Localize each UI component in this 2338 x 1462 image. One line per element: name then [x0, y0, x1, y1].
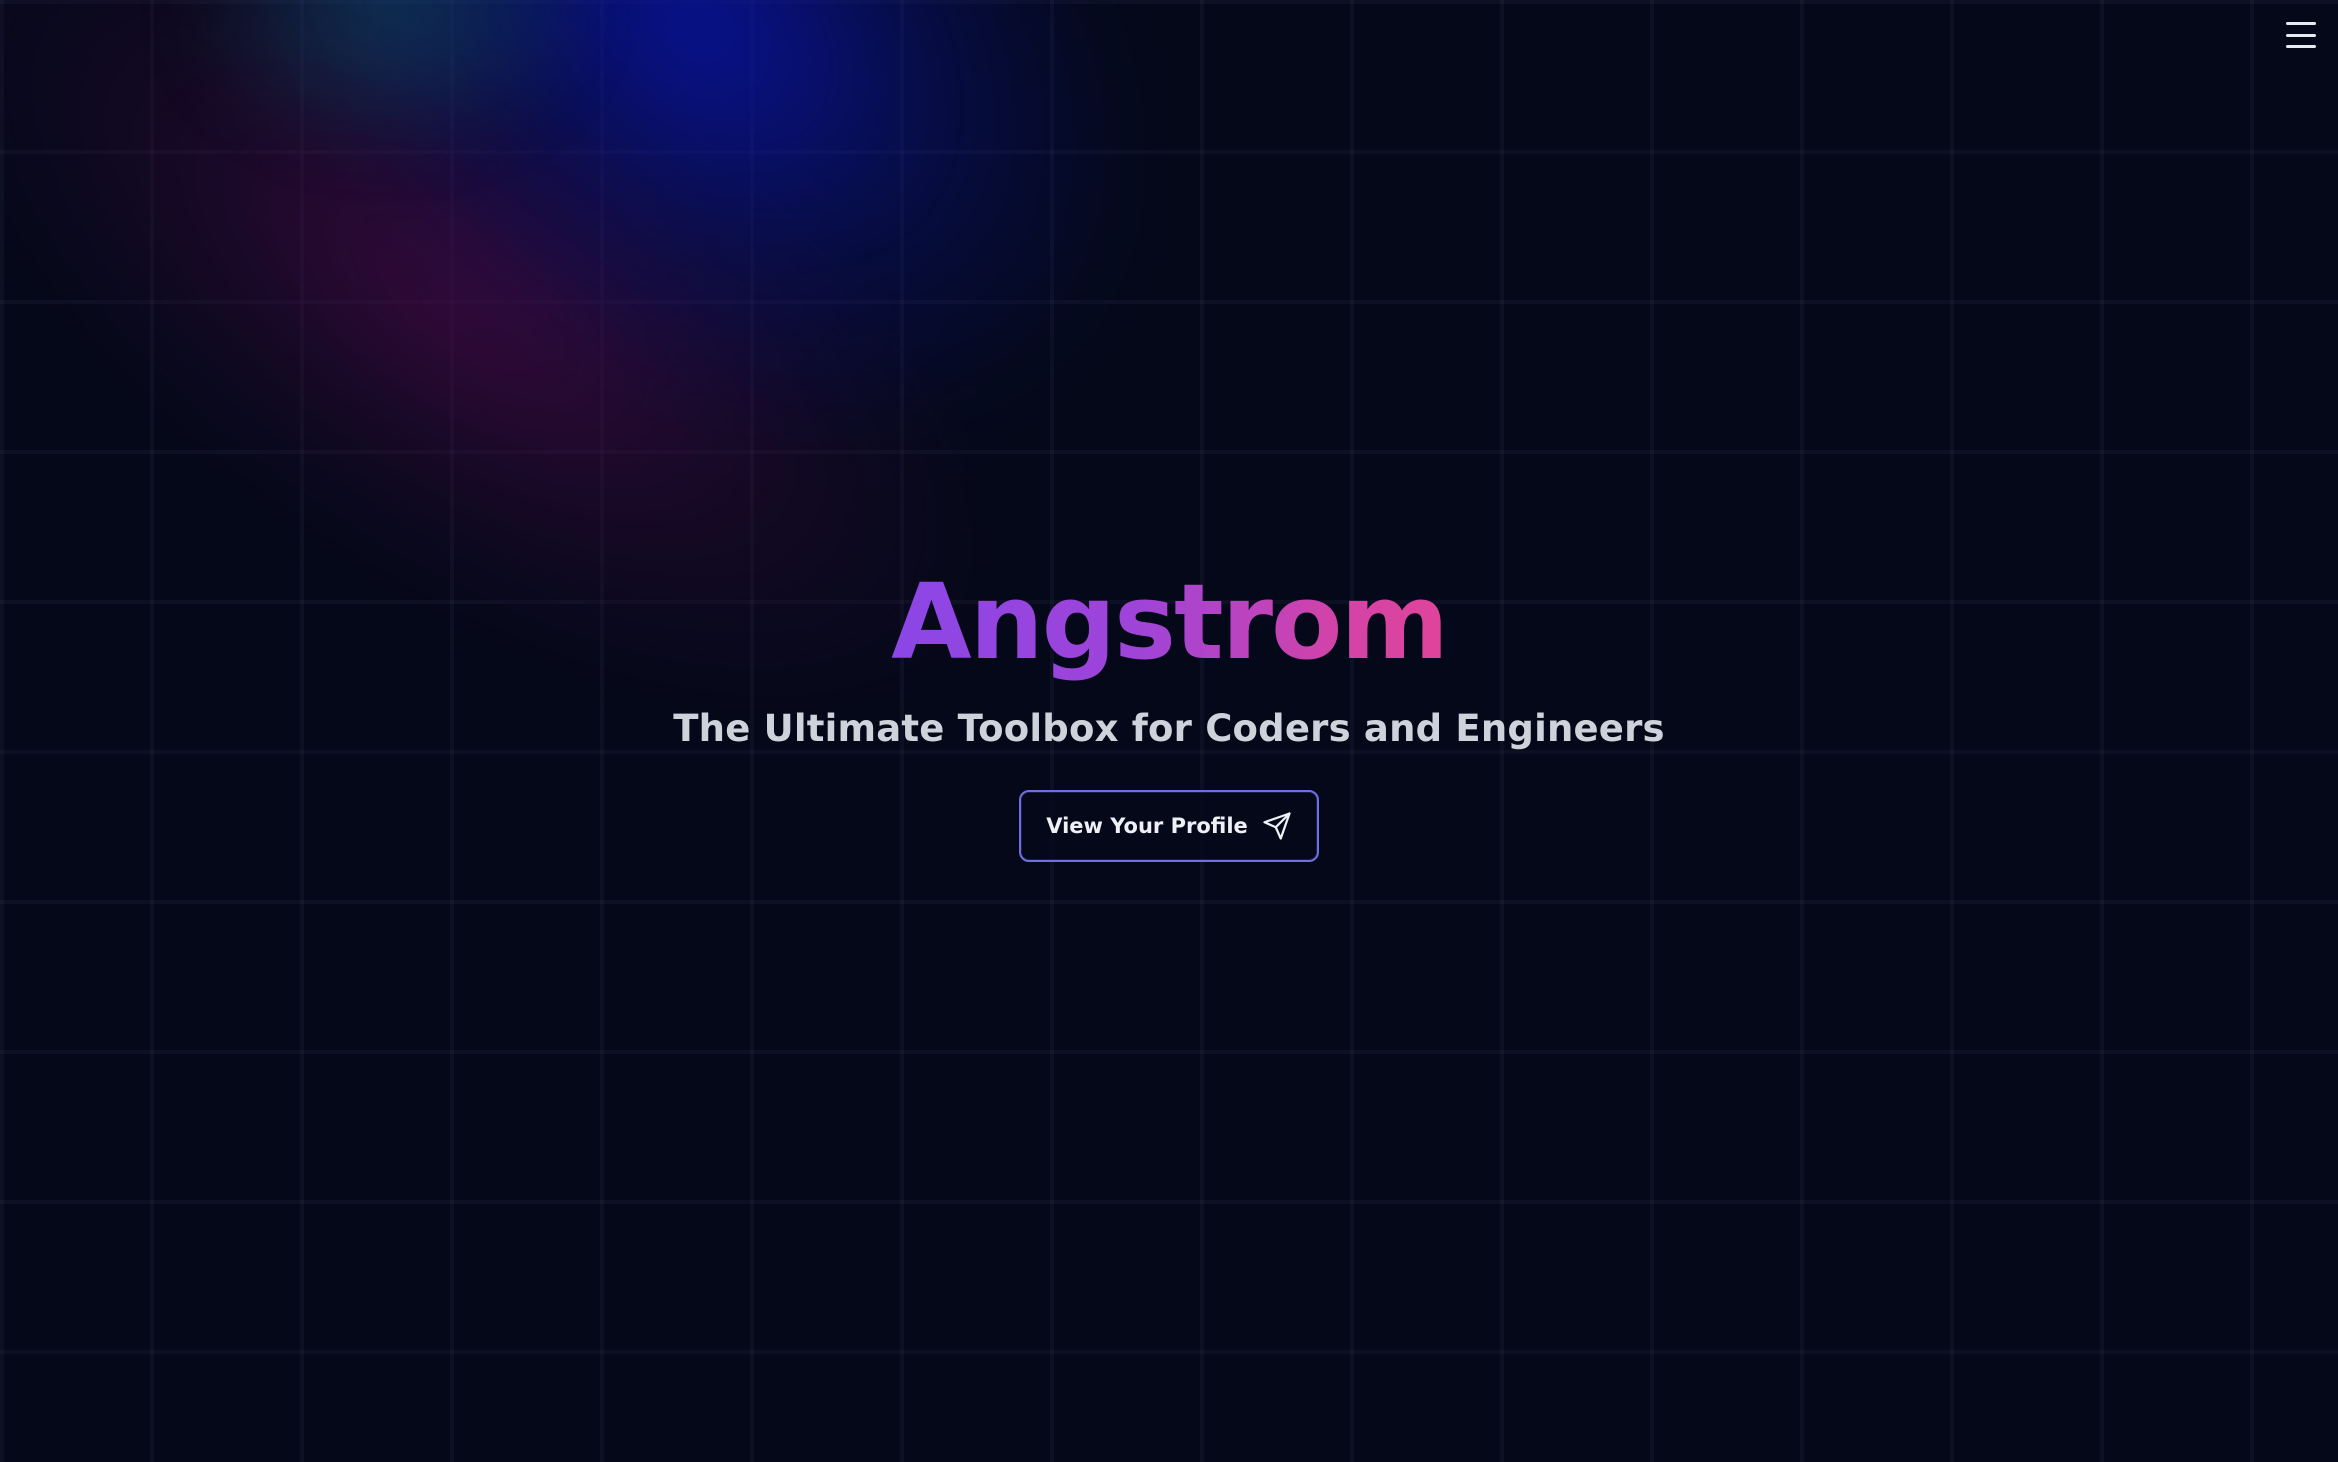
hamburger-menu-icon[interactable]: [2286, 22, 2316, 48]
background-glow-teal: [180, 0, 600, 160]
landing-page: Angstrom The Ultimate Toolbox for Coders…: [0, 0, 2338, 1462]
menu-bar-bottom: [2286, 45, 2316, 48]
view-profile-button[interactable]: View Your Profile: [1019, 789, 1319, 862]
hero-title: Angstrom: [891, 561, 1449, 683]
hero-section: Angstrom The Ultimate Toolbox for Coders…: [0, 560, 2338, 862]
menu-bar-top: [2286, 22, 2316, 25]
send-icon: [1262, 811, 1292, 841]
hero-subtitle: The Ultimate Toolbox for Coders and Engi…: [673, 706, 1665, 750]
menu-bar-middle: [2286, 33, 2316, 37]
view-profile-button-label: View Your Profile: [1046, 813, 1248, 838]
